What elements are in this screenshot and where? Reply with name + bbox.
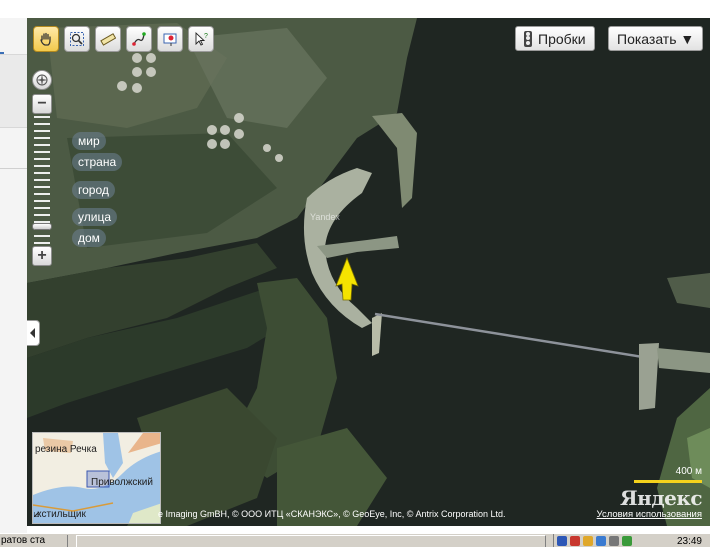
placemark-tool-button[interactable] xyxy=(157,26,183,52)
taskbar-window-button-2[interactable] xyxy=(76,535,546,547)
cursor-question-icon: ? xyxy=(195,31,208,46)
side-panel-divider xyxy=(0,168,27,169)
resize-arrow-icon xyxy=(34,511,40,517)
map-toolbar: ? xyxy=(33,26,214,52)
update-icon[interactable] xyxy=(622,536,632,546)
minimap-label-rechka: резина Речка xyxy=(35,444,97,455)
language-icon[interactable] xyxy=(557,536,567,546)
zoom-level-street[interactable]: улица xyxy=(72,208,117,226)
map-watermark: Yandex xyxy=(310,212,340,222)
show-layers-label: Показать ▼ xyxy=(617,30,695,47)
folder-icon[interactable] xyxy=(583,536,593,546)
page-side-panel xyxy=(0,18,27,533)
hand-icon xyxy=(40,32,51,46)
zoom-level-city[interactable]: город xyxy=(72,181,115,199)
scale-label: 400 м xyxy=(675,466,702,477)
collapse-panel-button[interactable] xyxy=(27,320,40,346)
zoom-slider-handle[interactable] xyxy=(32,222,52,230)
traffic-button[interactable]: Пробки xyxy=(515,26,595,51)
zoom-level-world[interactable]: мир xyxy=(72,132,106,150)
satellite-map[interactable]: Yandex ? Пробки Показать ▼ − + мир стран… xyxy=(27,18,710,526)
minimap-label-tekstilshchik: кстильщик xyxy=(37,509,86,520)
minimap-label-privolzhsky: Приволжский xyxy=(91,477,153,488)
traffic-light-icon xyxy=(524,30,532,47)
zoom-level-house[interactable]: дом xyxy=(72,229,106,247)
network-icon[interactable] xyxy=(596,536,606,546)
route-icon xyxy=(132,32,146,46)
yandex-logo: Яндекс xyxy=(620,486,702,510)
magnifier-icon xyxy=(70,32,84,46)
center-map-button[interactable] xyxy=(32,70,52,90)
minus-icon: − xyxy=(37,95,47,112)
traffic-button-label: Пробки xyxy=(538,30,586,47)
antivirus-icon[interactable] xyxy=(570,536,580,546)
svg-text:?: ? xyxy=(204,33,208,40)
overview-minimap[interactable]: резина Речка Приволжский кстильщик xyxy=(32,432,161,524)
info-cursor-tool-button[interactable]: ? xyxy=(188,26,214,52)
side-panel-block xyxy=(0,54,27,128)
chevron-left-icon xyxy=(30,328,35,338)
terms-of-use-link[interactable]: Условия использования xyxy=(597,509,702,520)
os-taskbar: ратов ста 23:49 xyxy=(0,533,710,547)
zoom-out-button[interactable]: − xyxy=(32,94,52,114)
scale-bar xyxy=(634,480,702,483)
screen: Yandex ? Пробки Показать ▼ − + мир стран… xyxy=(0,0,710,547)
copyright-text: e Imaging GmBH, © ООО ИТЦ «СКАНЭКС», © G… xyxy=(158,509,506,519)
clock: 23:49 xyxy=(676,535,702,547)
placemark-icon xyxy=(163,33,177,46)
zoom-in-button[interactable]: + xyxy=(32,246,52,266)
taskbar-window-button[interactable]: ратов ста xyxy=(0,535,68,547)
ruler-icon xyxy=(100,33,116,46)
system-tray: 23:49 xyxy=(553,534,710,547)
volume-icon[interactable] xyxy=(609,536,619,546)
plus-icon: + xyxy=(37,247,47,264)
zoom-area-tool-button[interactable] xyxy=(64,26,90,52)
show-layers-dropdown[interactable]: Показать ▼ xyxy=(608,26,704,51)
hand-tool-button[interactable] xyxy=(33,26,59,52)
zoom-level-country[interactable]: страна xyxy=(72,153,123,171)
ruler-tool-button[interactable] xyxy=(95,26,121,52)
route-tool-button[interactable] xyxy=(126,26,152,52)
compass-icon xyxy=(36,74,48,86)
